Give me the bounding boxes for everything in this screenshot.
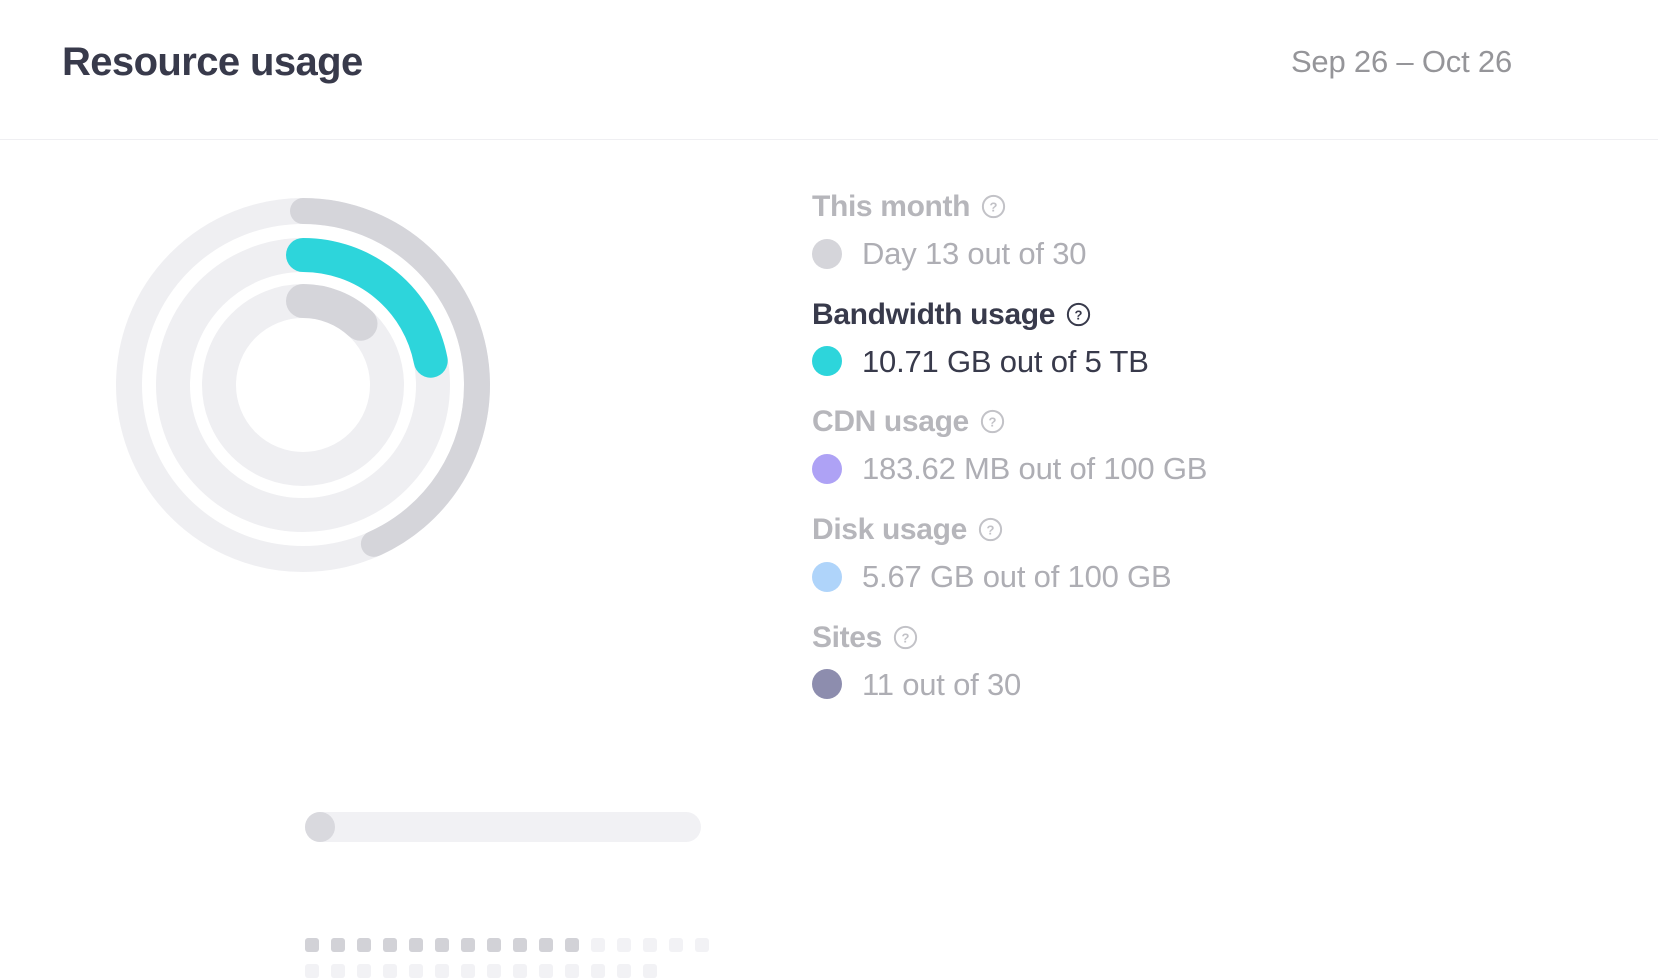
site-square	[461, 964, 475, 978]
svg-text:?: ?	[986, 522, 994, 537]
site-square	[383, 964, 397, 978]
site-square	[513, 938, 527, 952]
site-square	[513, 964, 527, 978]
site-square	[487, 964, 501, 978]
usage-legend: This month ? Day 13 out of 30 Bandwidth …	[812, 190, 1532, 702]
site-square	[435, 964, 449, 978]
site-square	[461, 938, 475, 952]
site-square	[305, 938, 319, 952]
legend-dot-disk-usage	[812, 561, 842, 592]
site-square	[591, 964, 605, 978]
legend-row-this-month: Day 13 out of 30	[812, 236, 1532, 272]
card-header: Resource usage Sep 26 – Oct 26	[0, 0, 1658, 140]
svg-text:?: ?	[988, 415, 996, 430]
disk-usage-progressbar	[305, 812, 701, 842]
legend-head-disk-usage: Disk usage ?	[812, 513, 1532, 546]
question-circle-icon[interactable]: ?	[893, 625, 918, 650]
legend-head-this-month: This month ?	[812, 190, 1532, 223]
site-square	[331, 938, 345, 952]
svg-text:?: ?	[990, 199, 998, 214]
site-square	[643, 964, 657, 978]
site-square	[669, 938, 683, 952]
site-square	[487, 938, 501, 952]
site-square	[591, 938, 605, 952]
question-circle-icon[interactable]: ?	[1066, 302, 1091, 327]
legend-label-cdn-usage: CDN usage	[812, 405, 969, 439]
legend-head-cdn-usage: CDN usage ?	[812, 405, 1532, 438]
legend-group-disk-usage: Disk usage ? 5.67 GB out of 100 GB	[812, 513, 1532, 595]
legend-label-this-month: This month	[812, 190, 971, 223]
question-circle-icon[interactable]: ?	[981, 194, 1006, 219]
svg-text:?: ?	[1075, 307, 1083, 322]
donut-svg	[116, 198, 490, 572]
resource-usage-card: Resource usage Sep 26 – Oct 26 This mont…	[0, 0, 1658, 980]
question-circle-icon[interactable]: ?	[978, 517, 1003, 542]
legend-head-bandwidth-usage: Bandwidth usage ?	[812, 298, 1532, 331]
legend-value-disk-usage: 5.67 GB out of 100 GB	[862, 558, 1172, 594]
legend-group-this-month: This month ? Day 13 out of 30	[812, 190, 1532, 272]
date-range-label: Sep 26 – Oct 26	[1290, 44, 1512, 79]
disk-usage-progressbar-fill	[305, 812, 335, 842]
site-square	[565, 964, 579, 978]
site-square	[331, 964, 345, 978]
legend-label-sites: Sites	[812, 620, 882, 654]
legend-group-cdn-usage: CDN usage ? 183.62 MB out of 100 GB	[812, 405, 1532, 487]
sites-squares-grid	[305, 938, 715, 978]
page-title: Resource usage	[62, 40, 363, 84]
site-square	[539, 964, 553, 978]
usage-donut-chart	[108, 190, 498, 580]
site-square	[357, 938, 371, 952]
legend-value-cdn-usage: 183.62 MB out of 100 GB	[862, 451, 1208, 487]
svg-text:?: ?	[901, 630, 909, 645]
site-square	[409, 938, 423, 952]
site-square	[435, 938, 449, 952]
legend-dot-bandwidth-usage	[812, 346, 842, 377]
site-square	[565, 938, 579, 952]
legend-dot-sites	[812, 669, 842, 700]
site-square	[383, 938, 397, 952]
legend-group-bandwidth-usage: Bandwidth usage ? 10.71 GB out of 5 TB	[812, 298, 1532, 380]
question-circle-icon[interactable]: ?	[980, 409, 1005, 434]
legend-row-sites: 11 out of 30	[812, 667, 1532, 703]
usage-visualization	[0, 140, 800, 980]
legend-row-disk-usage: 5.67 GB out of 100 GB	[812, 559, 1532, 595]
legend-value-sites: 11 out of 30	[862, 666, 1022, 702]
legend-row-cdn-usage: 183.62 MB out of 100 GB	[812, 451, 1532, 487]
legend-dot-this-month	[812, 238, 842, 269]
legend-dot-cdn-usage	[812, 454, 842, 485]
site-square	[617, 938, 631, 952]
legend-label-disk-usage: Disk usage	[812, 512, 967, 546]
site-square	[539, 938, 553, 952]
legend-value-this-month: Day 13 out of 30	[862, 236, 1087, 271]
site-square	[357, 964, 371, 978]
site-square	[617, 964, 631, 978]
site-square	[409, 964, 423, 978]
legend-group-sites: Sites ? 11 out of 30	[812, 621, 1532, 703]
legend-label-bandwidth-usage: Bandwidth usage	[812, 297, 1056, 331]
legend-row-bandwidth-usage: 10.71 GB out of 5 TB	[812, 344, 1532, 380]
site-square	[643, 938, 657, 952]
site-square	[305, 964, 319, 978]
legend-value-bandwidth-usage: 10.71 GB out of 5 TB	[862, 343, 1149, 379]
site-square	[695, 938, 709, 952]
legend-head-sites: Sites ?	[812, 621, 1532, 654]
